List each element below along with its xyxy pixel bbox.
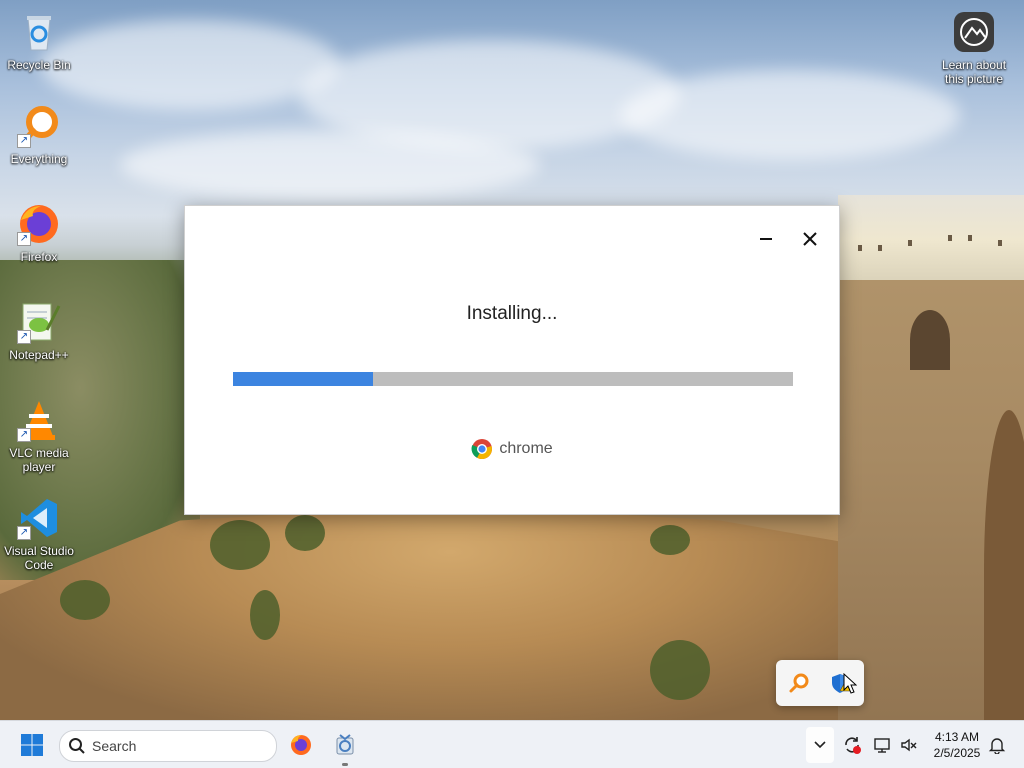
tray-volume-muted-icon[interactable] [897, 727, 921, 763]
firefox-icon [291, 735, 311, 755]
install-progress-fill [233, 372, 373, 386]
windows-logo-icon [21, 734, 43, 756]
shortcut-arrow-icon: ↗ [17, 330, 31, 344]
firefox-icon: ↗ [17, 202, 61, 246]
desktop-icon-label: Firefox [20, 250, 58, 264]
recycle-bin-icon [17, 10, 61, 54]
taskbar: Search 4:13 AM 2/5/2025 [0, 720, 1024, 768]
learn-about-picture-icon [952, 10, 996, 54]
taskbar-installer-button[interactable] [327, 727, 363, 766]
desktop-icon-label: Everything [10, 152, 68, 166]
chrome-logo-icon [471, 439, 493, 460]
installer-app-icon [336, 734, 354, 755]
clock-date: 2/5/2025 [933, 746, 981, 760]
desktop-icon-firefox[interactable]: ↗ Firefox [1, 202, 77, 264]
chevron-down-icon [814, 741, 826, 749]
taskbar-search-box[interactable]: Search [59, 730, 277, 762]
search-placeholder: Search [92, 738, 137, 754]
desktop-icon-label: Learn about this picture [941, 58, 1007, 86]
shortcut-arrow-icon: ↗ [17, 428, 31, 442]
taskbar-clock[interactable]: 4:13 AM 2/5/2025 [924, 729, 990, 761]
close-icon [803, 232, 817, 246]
mouse-cursor-icon [843, 672, 858, 695]
shortcut-arrow-icon: ↗ [17, 232, 31, 246]
show-hidden-icons-button[interactable] [806, 727, 834, 763]
search-icon [69, 738, 85, 754]
minimize-icon [760, 238, 772, 240]
desktop-icon-label: VLC media player [9, 446, 69, 474]
desktop-icon-learn-about-picture[interactable]: Learn about this picture [936, 10, 1012, 86]
desktop-icon-vlc[interactable]: ↗ VLC media player [1, 398, 77, 474]
taskbar-firefox-button[interactable] [283, 727, 319, 763]
desktop-icon-everything[interactable]: ↗ Everything [1, 104, 77, 166]
vscode-icon: ↗ [17, 496, 61, 540]
shortcut-arrow-icon: ↗ [17, 526, 31, 540]
chrome-installer-dialog: Installing... chrome [184, 205, 840, 515]
install-status-text: Installing... [466, 303, 558, 324]
desktop-icon-notepad-plus-plus[interactable]: ↗ Notepad++ [1, 300, 77, 362]
desktop-icon-recycle-bin[interactable]: Recycle Bin [1, 10, 77, 72]
tray-network-icon[interactable] [871, 727, 895, 763]
start-button[interactable] [14, 727, 50, 763]
notifications-button[interactable] [986, 727, 1008, 763]
desktop-icon-vscode[interactable]: ↗ Visual Studio Code [1, 496, 77, 572]
desktop-icon-label: Visual Studio Code [4, 544, 74, 572]
clock-time: 4:13 AM [934, 730, 980, 744]
running-indicator [342, 763, 348, 766]
desktop-icon-label: Notepad++ [9, 348, 69, 362]
everything-search-icon: ↗ [17, 104, 61, 148]
bell-icon [988, 738, 1006, 754]
tray-everything-icon[interactable] [788, 672, 810, 694]
chrome-wordmark: chrome [499, 440, 553, 457]
tray-overflow-flyout [776, 660, 864, 706]
notepad-plus-plus-icon: ↗ [17, 300, 61, 344]
install-progress-bar [233, 372, 793, 386]
desktop-icon-label: Recycle Bin [7, 58, 71, 72]
tray-update-icon[interactable] [840, 727, 864, 763]
close-button[interactable] [795, 224, 825, 254]
chrome-brand: chrome [185, 438, 839, 465]
minimize-button[interactable] [751, 224, 781, 254]
vlc-icon: ↗ [17, 398, 61, 442]
shortcut-arrow-icon: ↗ [17, 134, 31, 148]
